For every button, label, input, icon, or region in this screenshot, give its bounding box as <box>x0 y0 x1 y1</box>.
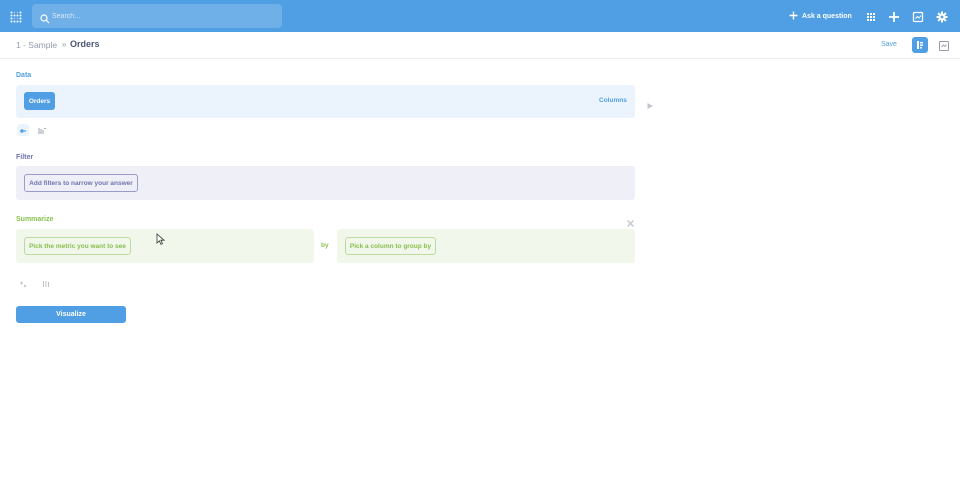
add-filter-button[interactable]: Add filters to narrow your answer <box>24 174 138 192</box>
custom-expression-icon[interactable] <box>17 277 29 289</box>
plus-icon <box>789 11 798 22</box>
gear-icon[interactable] <box>936 10 948 23</box>
visualization-toggle-icon[interactable] <box>938 39 950 51</box>
notebook-toggle-button[interactable] <box>912 37 928 53</box>
by-label: by <box>321 242 329 249</box>
columns-link[interactable]: Columns <box>599 97 627 104</box>
visualize-button[interactable]: Visualize <box>16 306 126 323</box>
ask-question-label: Ask a question <box>802 12 852 20</box>
pick-group-by-button[interactable]: Pick a column to group by <box>345 237 436 255</box>
search-input[interactable] <box>52 4 278 28</box>
dashboard-icon[interactable] <box>912 10 924 23</box>
filter-step-label: Filter <box>16 154 34 161</box>
data-step-label: Data <box>16 72 32 79</box>
summarize-step-label: Summarize <box>16 216 54 223</box>
grid-icon[interactable] <box>865 10 877 22</box>
data-table-pill[interactable]: Orders <box>24 92 55 110</box>
notebook-icon <box>917 41 923 49</box>
data-step-box <box>16 85 635 118</box>
breadcrumb-separator: » <box>62 40 67 49</box>
pick-metric-button[interactable]: Pick the metric you want to see <box>24 237 131 255</box>
ask-question-button[interactable]: Ask a question <box>789 9 852 23</box>
save-button[interactable]: Save <box>881 41 897 48</box>
search-icon <box>40 11 50 24</box>
search-bar[interactable] <box>32 4 282 28</box>
mouse-cursor-icon <box>156 232 166 245</box>
metabase-logo-icon[interactable] <box>10 10 22 23</box>
custom-column-icon[interactable] <box>17 124 29 136</box>
limit-sort-icon[interactable] <box>40 277 52 289</box>
question-header: 1 - Sample » Orders Save <box>0 32 960 59</box>
sort-icon[interactable] <box>36 124 48 136</box>
breadcrumb-database[interactable]: 1 - Sample <box>16 40 57 50</box>
add-plus-icon[interactable] <box>888 10 900 22</box>
top-navbar: Ask a question <box>0 0 960 32</box>
breadcrumb-table: Orders <box>70 39 100 49</box>
preview-play-icon[interactable] <box>646 97 654 109</box>
close-icon[interactable] <box>626 215 635 227</box>
